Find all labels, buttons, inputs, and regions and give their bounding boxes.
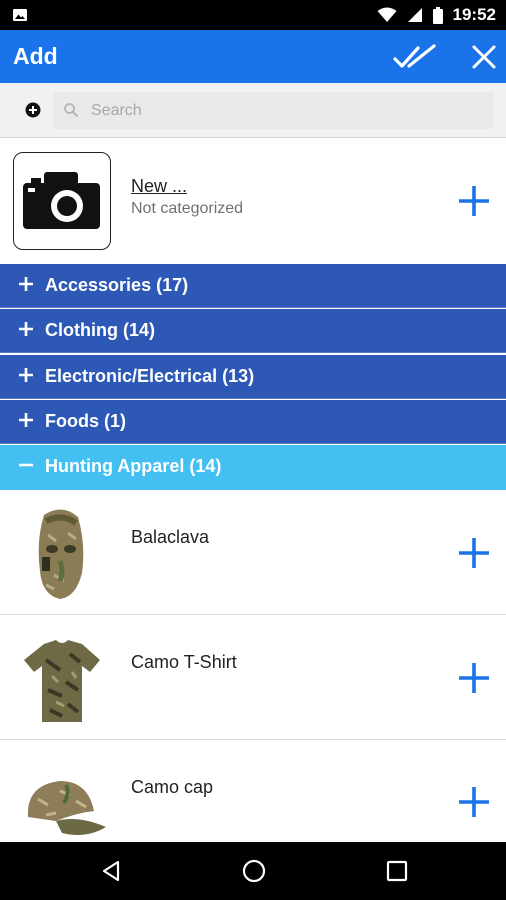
category-label: Accessories (17)	[45, 275, 189, 295]
product-name: Camo cap	[131, 777, 214, 797]
tshirt-thumbnail	[24, 640, 100, 722]
category-label: Foods (1)	[45, 411, 126, 431]
double-check-icon	[393, 44, 436, 68]
page-title: Add	[13, 43, 58, 69]
category-foods[interactable]: Foods (1)	[0, 400, 506, 444]
search-row	[0, 83, 506, 138]
add-circle-icon[interactable]	[25, 102, 41, 118]
category-hunting-apparel[interactable]: Hunting Apparel (14)	[0, 445, 506, 490]
product-name: Balaclava	[131, 527, 210, 547]
camera-icon	[23, 172, 100, 229]
expand-icon	[19, 413, 33, 427]
image-icon	[13, 9, 27, 21]
add-product-button[interactable]	[457, 661, 491, 695]
app-bar: Add	[0, 30, 506, 83]
new-item-thumbnail	[13, 152, 111, 250]
recents-icon[interactable]	[385, 859, 409, 883]
close-icon	[472, 45, 496, 69]
expand-icon	[19, 277, 33, 291]
navigation-bar	[0, 842, 506, 900]
plus-icon	[459, 186, 489, 216]
confirm-button[interactable]	[392, 42, 438, 72]
expand-icon	[19, 322, 33, 336]
category-label: Electronic/Electrical (13)	[45, 366, 255, 386]
category-label: Hunting Apparel (14)	[45, 456, 222, 476]
status-time: 19:52	[452, 5, 496, 24]
plus-icon	[459, 538, 489, 568]
plus-icon	[459, 787, 489, 817]
list-item[interactable]: Balaclava	[0, 491, 506, 615]
new-item-subtitle: Not categorized	[131, 200, 244, 217]
new-item-name[interactable]: New ...	[131, 176, 187, 197]
collapse-icon	[19, 463, 33, 467]
battery-icon	[432, 6, 443, 24]
category-electronic[interactable]: Electronic/Electrical (13)	[0, 355, 506, 399]
search-icon	[64, 103, 78, 117]
product-name: Camo T-Shirt	[131, 652, 237, 672]
wifi-icon	[377, 7, 397, 22]
add-product-button[interactable]	[457, 536, 491, 570]
category-accessories[interactable]: Accessories (17)	[0, 264, 506, 308]
signal-icon	[407, 8, 422, 22]
search-input[interactable]	[91, 92, 481, 129]
back-icon[interactable]	[99, 859, 123, 883]
category-clothing[interactable]: Clothing (14)	[0, 309, 506, 353]
new-item-row[interactable]: New ... Not categorized	[0, 139, 506, 263]
add-product-button[interactable]	[457, 785, 491, 819]
category-label: Clothing (14)	[45, 320, 155, 340]
cap-thumbnail	[27, 781, 106, 835]
add-new-item-button[interactable]	[457, 184, 491, 218]
balaclava-thumbnail	[38, 509, 84, 599]
home-icon[interactable]	[242, 859, 266, 883]
status-bar: 19:52	[0, 0, 506, 30]
close-button[interactable]	[468, 41, 500, 73]
expand-icon	[19, 368, 33, 382]
list-item[interactable]: Camo T-Shirt	[0, 616, 506, 740]
plus-icon	[459, 663, 489, 693]
search-box[interactable]	[53, 92, 494, 129]
